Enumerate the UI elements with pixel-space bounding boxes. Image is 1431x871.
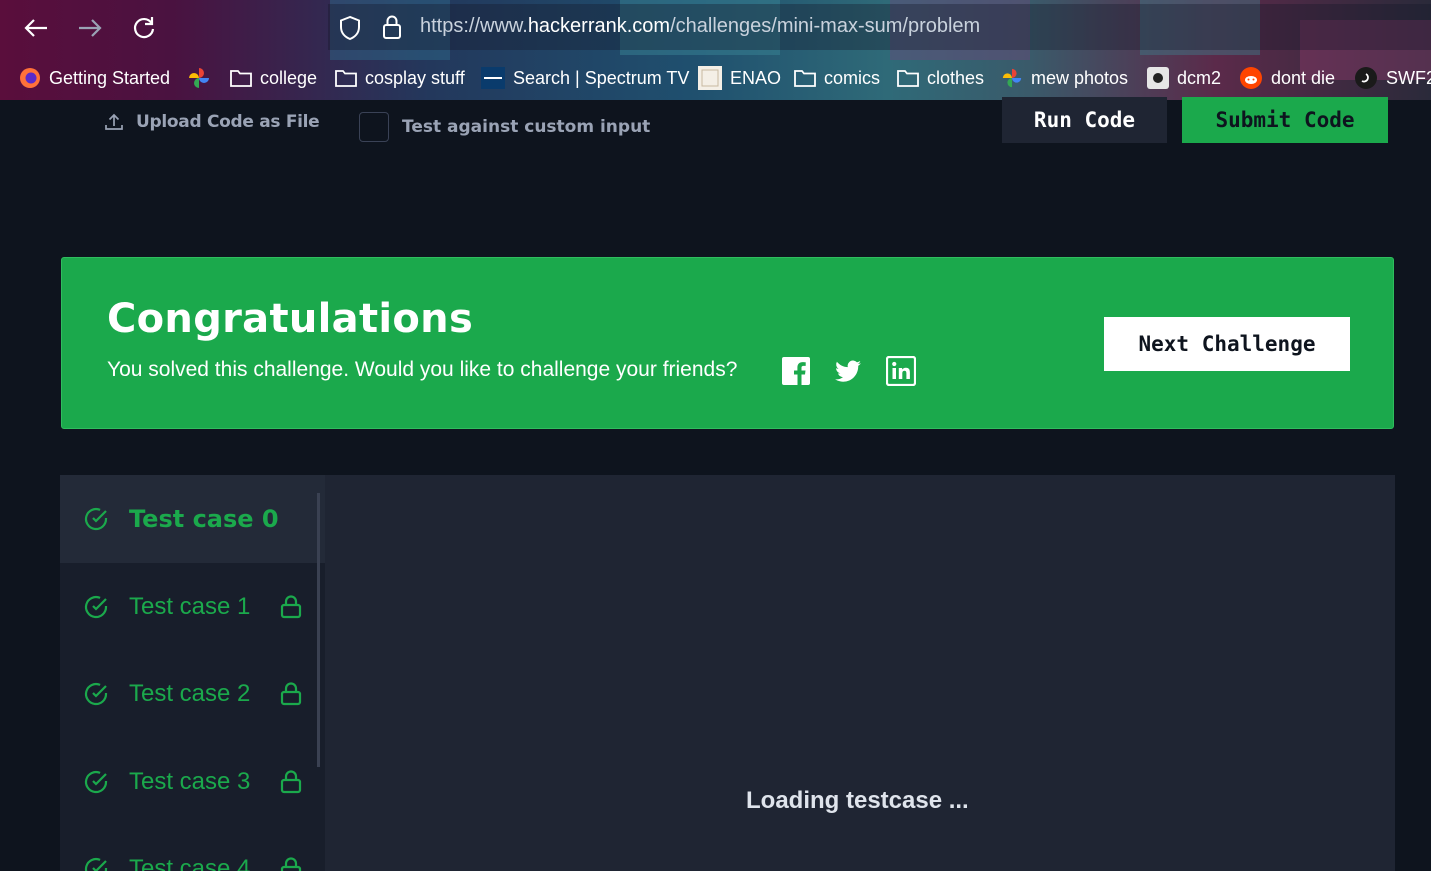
bookmark-dont-die[interactable]: dont die — [1239, 62, 1335, 94]
check-circle-icon — [84, 682, 108, 705]
bookmark-google-photos[interactable] — [187, 62, 211, 94]
google-photos-icon — [1002, 68, 1022, 88]
check-circle-icon — [84, 857, 108, 871]
lock-icon — [280, 594, 302, 618]
lock-icon — [280, 769, 302, 793]
arrow-left-icon — [24, 19, 47, 37]
testcase-tab-4[interactable]: Test case 4 — [60, 825, 325, 871]
lock-icon — [383, 15, 401, 39]
bookmark-enao[interactable]: ENAO — [698, 62, 781, 94]
submit-code-button[interactable]: Submit Code — [1182, 97, 1388, 143]
spectrum-icon — [481, 67, 505, 89]
shield-icon — [340, 15, 360, 41]
check-circle-icon — [84, 770, 108, 793]
reddit-icon — [1240, 67, 1262, 89]
bookmark-clothes[interactable]: clothes — [897, 62, 984, 94]
upload-code-label: Upload Code as File — [136, 112, 320, 132]
folder-icon — [335, 70, 357, 87]
lock-icon — [280, 681, 302, 705]
bookmark-college[interactable]: college — [230, 62, 317, 94]
testcase-label: Test case 2 — [129, 679, 251, 707]
swf-icon — [1355, 67, 1377, 89]
bookmark-swf2[interactable]: SWF2 — [1354, 62, 1431, 94]
twitter-icon[interactable] — [833, 356, 863, 386]
browser-chrome: https://www.hackerrank.com/challenges/mi… — [0, 0, 1431, 100]
lock-icon — [280, 856, 302, 871]
url-text[interactable]: https://www.hackerrank.com/challenges/mi… — [420, 15, 980, 38]
next-challenge-button[interactable]: Next Challenge — [1104, 317, 1350, 371]
bookmark-mew-photos[interactable]: mew photos — [1001, 62, 1128, 94]
folder-icon — [230, 70, 252, 87]
testcase-label: Test case 3 — [129, 767, 251, 795]
bookmarks-bar: Getting Started college cosplay stuff Se… — [0, 62, 1431, 94]
custom-input-toggle[interactable]: Test against custom input — [359, 112, 650, 142]
testcase-list: Test case 0 Test case 1 Test case 2 Test… — [60, 475, 325, 871]
folder-icon — [897, 70, 919, 87]
testcase-label: Test case 0 — [129, 505, 279, 533]
testcase-label: Test case 1 — [129, 592, 251, 620]
linkedin-icon[interactable] — [886, 356, 916, 386]
congrats-title: Congratulations — [107, 296, 474, 342]
firefox-icon — [20, 68, 40, 88]
reload-button[interactable] — [126, 10, 162, 46]
back-button[interactable] — [18, 10, 54, 46]
upload-code-button[interactable]: Upload Code as File — [104, 112, 320, 132]
run-code-button[interactable]: Run Code — [1002, 97, 1167, 143]
dcm-icon — [1147, 67, 1169, 89]
google-photos-icon — [189, 68, 209, 88]
testcase-panel: Test case 0 Test case 1 Test case 2 Test… — [60, 475, 1395, 871]
testcase-scrollbar[interactable] — [317, 493, 320, 767]
custom-input-label: Test against custom input — [402, 117, 651, 137]
bookmark-cosplay-stuff[interactable]: cosplay stuff — [335, 62, 465, 94]
check-circle-icon — [84, 507, 108, 531]
bookmark-dcm2[interactable]: dcm2 — [1147, 62, 1221, 94]
check-circle-icon — [84, 595, 108, 618]
congrats-subtitle: You solved this challenge. Would you lik… — [107, 358, 738, 381]
bookmark-comics[interactable]: comics — [794, 62, 880, 94]
testcase-tab-0[interactable]: Test case 0 — [60, 475, 325, 563]
bookmark-getting-started[interactable]: Getting Started — [19, 62, 170, 94]
testcase-tab-1[interactable]: Test case 1 — [60, 563, 325, 650]
loading-testcase-text: Loading testcase ... — [746, 787, 969, 814]
facebook-icon[interactable] — [781, 356, 811, 386]
bookmark-spectrum[interactable]: Search | Spectrum TV — [481, 62, 689, 94]
folder-icon — [794, 70, 816, 87]
custom-input-checkbox[interactable] — [359, 112, 389, 142]
testcase-tab-3[interactable]: Test case 3 — [60, 738, 325, 825]
forward-button[interactable] — [72, 10, 108, 46]
enao-icon — [698, 66, 722, 90]
arrow-right-icon — [79, 19, 102, 37]
testcase-label: Test case 4 — [129, 854, 251, 871]
reload-icon — [134, 17, 155, 39]
testcase-tab-2[interactable]: Test case 2 — [60, 650, 325, 737]
upload-icon — [105, 113, 123, 130]
congrats-banner: Congratulations You solved this challeng… — [61, 257, 1394, 429]
